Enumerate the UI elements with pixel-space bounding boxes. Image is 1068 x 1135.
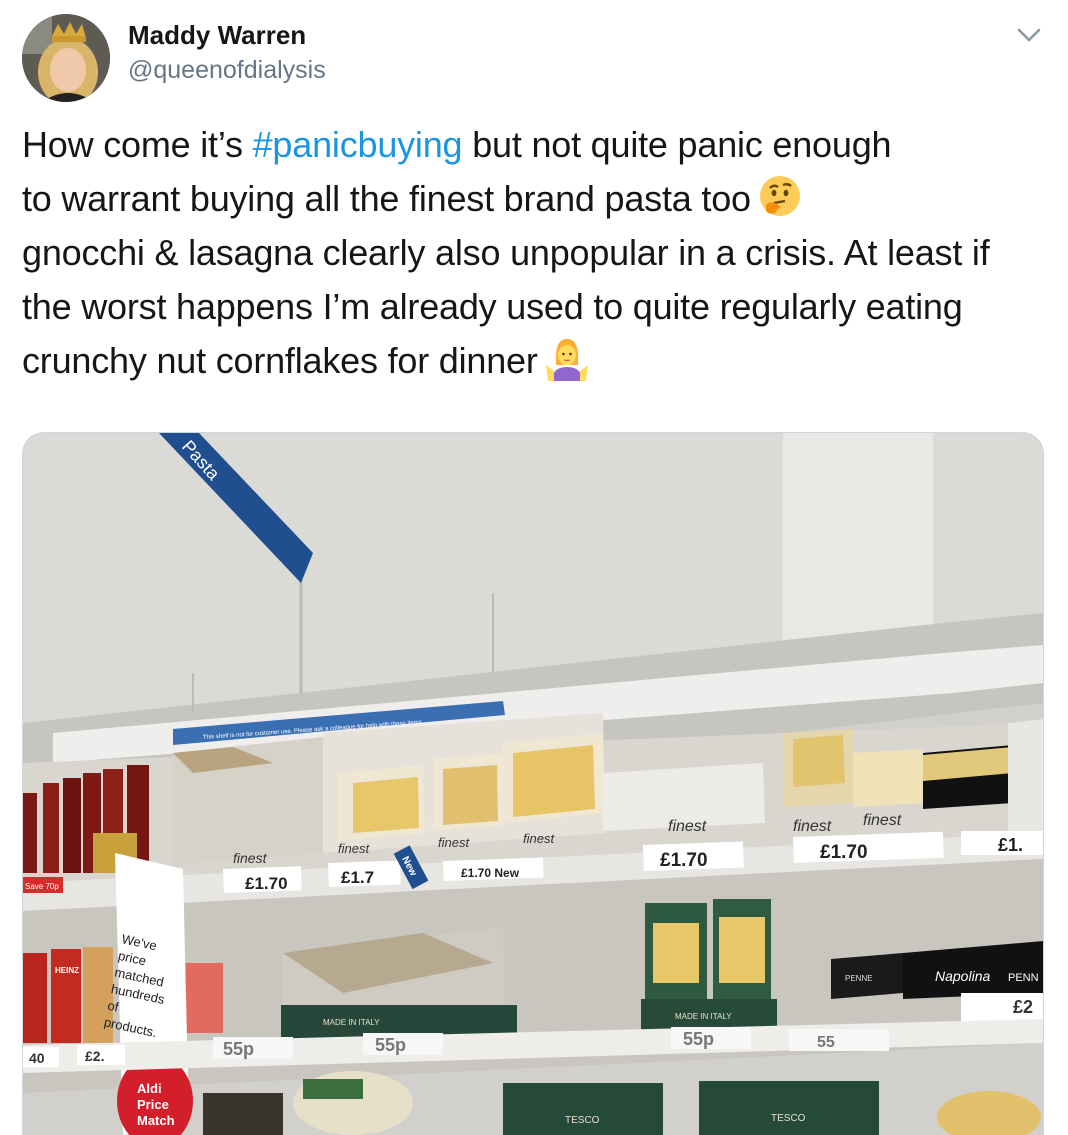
napolina-label: Napolina — [935, 968, 990, 984]
finest-label: finest — [523, 831, 555, 846]
finest-label: finest — [793, 818, 832, 835]
tweet-text: How come it’s #panicbuying but not quite… — [22, 118, 1032, 388]
finest-label: finest — [233, 850, 268, 866]
price-label: 55p — [375, 1035, 406, 1055]
tweet-text-part: but not quite panic enough — [462, 124, 892, 165]
tesco-label: TESCO — [771, 1113, 806, 1124]
price-label: £1.70 New — [461, 866, 520, 880]
price-label: £2 — [1013, 997, 1033, 1017]
finest-label: finest — [438, 835, 470, 850]
author-handle[interactable]: @queenofdialysis — [128, 56, 326, 85]
tesco-label: TESCO — [565, 1115, 600, 1126]
woman-shrugging-icon — [544, 335, 590, 381]
tweet-text-part: gnocchi & lasagna clearly also unpopular… — [22, 232, 990, 381]
svg-text:HEINZ: HEINZ — [55, 966, 79, 975]
price-label: £2. — [85, 1048, 104, 1064]
price-label: 40 — [29, 1050, 45, 1066]
made-in-italy-label: MADE IN ITALY — [675, 1012, 732, 1021]
tweet-text-part: to warrant buying all the finest brand p… — [22, 178, 751, 219]
finest-label: finest — [668, 818, 707, 835]
hashtag-link[interactable]: #panicbuying — [253, 124, 463, 165]
price-label: £1. — [998, 835, 1023, 855]
price-label: 55 — [817, 1034, 835, 1051]
price-label: 55p — [223, 1039, 254, 1059]
price-label: £1.7 — [341, 868, 374, 887]
ceiling-pillar — [783, 433, 933, 653]
chevron-down-icon[interactable] — [1014, 22, 1044, 48]
thinking-face-icon — [757, 173, 803, 219]
price-label: £1.70 — [245, 874, 288, 893]
author-name[interactable]: Maddy Warren — [128, 20, 306, 51]
author-avatar[interactable] — [22, 14, 110, 102]
penne-label: PENNE — [845, 974, 873, 983]
finest-label: finest — [338, 841, 370, 856]
price-label: £1.70 — [820, 842, 868, 863]
save-tag: Save 70p — [23, 877, 63, 893]
made-in-italy-label: MADE IN ITALY — [323, 1018, 380, 1027]
price-label: £1.70 — [660, 850, 708, 871]
price-label: 55p — [683, 1029, 714, 1049]
tweet-photo[interactable]: Pasta This shelf is not for customer use… — [22, 432, 1044, 1135]
finest-label: finest — [863, 812, 902, 829]
tweet-text-part: How come it’s — [22, 124, 253, 165]
svg-text:Save 70p: Save 70p — [25, 882, 59, 891]
penne-label: PENN — [1008, 972, 1039, 984]
